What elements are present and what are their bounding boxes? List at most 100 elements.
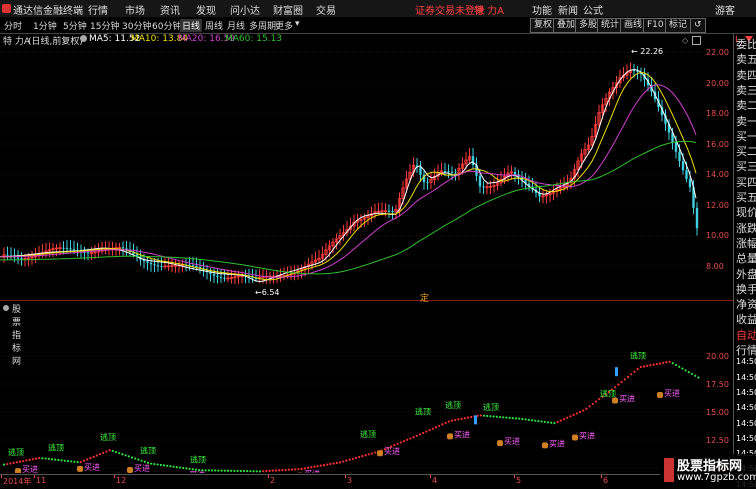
pane-divider[interactable] <box>0 300 733 301</box>
btn-mark[interactable]: 标记 <box>665 18 691 33</box>
indicator-dot <box>592 403 594 405</box>
money-bag-icon <box>15 468 21 473</box>
candlestick-chart[interactable]: ← 22.26←6.54 <box>0 46 703 299</box>
indicator-dot <box>6 463 8 465</box>
indicator-dot <box>38 457 40 459</box>
indicator-dot <box>89 457 91 459</box>
indicator-dot <box>179 466 181 468</box>
candle-body-down <box>66 248 68 249</box>
indicator-dot <box>662 362 664 364</box>
indicator-dot <box>57 459 59 461</box>
date-tick <box>430 475 431 478</box>
menu-market[interactable]: 行情 <box>88 2 108 17</box>
side-panel-label: 涨跌 <box>736 220 756 236</box>
candle-body-down <box>122 247 124 248</box>
indicator-dot <box>557 421 559 423</box>
menu-function[interactable]: 功能 <box>532 2 552 17</box>
indicator-dot <box>291 468 293 470</box>
side-panel-label: 卖五 <box>736 51 756 67</box>
more-arrow-icon[interactable]: ▾ <box>295 19 300 29</box>
indicator-dot <box>461 418 463 420</box>
btn-f10[interactable]: F10 <box>643 18 668 33</box>
menu-markets[interactable]: 市场 <box>125 2 145 17</box>
indicator-dot <box>649 364 651 366</box>
indicator-dot <box>550 422 552 424</box>
candle-body-down <box>146 261 148 263</box>
indicator-dot <box>691 373 693 375</box>
indicator-dot <box>275 469 277 471</box>
period-daily[interactable]: 日线 <box>180 19 202 32</box>
period-60min[interactable]: 60分钟 <box>152 19 181 32</box>
candle-body-down <box>195 266 197 267</box>
indicator-dot <box>614 386 616 388</box>
date-tick-label: 3 <box>347 476 352 485</box>
menu-formula[interactable]: 公式 <box>583 2 603 17</box>
period-intraday[interactable]: 分时 <box>4 19 22 32</box>
period-30min[interactable]: 30分钟 <box>122 19 151 32</box>
indicator-dot <box>67 460 69 462</box>
indicator-dot <box>409 437 411 439</box>
candle-body-down <box>69 248 71 249</box>
panel-arrow-icon[interactable]: ◇ <box>682 36 688 45</box>
period-1min[interactable]: 1分钟 <box>33 19 57 32</box>
menu-trade[interactable]: 交易 <box>316 2 336 17</box>
date-tick-label: 5 <box>516 476 521 485</box>
app-title: 通达信金融终端 <box>13 2 83 17</box>
panel-close-icon[interactable] <box>692 36 701 45</box>
period-monthly[interactable]: 月线 <box>227 19 245 32</box>
indicator-dot <box>160 464 162 466</box>
indicator-dot <box>51 458 53 460</box>
candle-body-down <box>388 211 390 212</box>
indicator-dot <box>294 468 296 470</box>
indicator-dot <box>339 461 341 463</box>
menu-headlines[interactable]: 新闻 <box>558 2 578 17</box>
refresh-icon[interactable]: ↺ <box>690 18 706 33</box>
date-tick <box>345 475 346 478</box>
money-bag-icon <box>447 433 453 439</box>
menu-ask[interactable]: 问小达 <box>230 2 260 17</box>
buy-signal: 买进 <box>504 437 520 446</box>
indicator-tick-label: 20.00 <box>706 352 729 361</box>
indicator-dot <box>189 468 191 470</box>
indicator-dot <box>48 458 50 460</box>
indicator-dot <box>438 425 440 427</box>
indicator-dot <box>480 414 482 416</box>
period-5min[interactable]: 5分钟 <box>63 19 87 32</box>
candle-body-down <box>472 156 474 165</box>
candle-body-down <box>157 265 159 266</box>
period-15min[interactable]: 15分钟 <box>90 19 119 32</box>
candle-body-down <box>454 173 456 174</box>
candle-body-down <box>391 211 393 212</box>
indicator-dot <box>694 375 696 377</box>
candle-body-down <box>17 258 19 259</box>
price-tick-label: 16.00 <box>706 140 729 149</box>
escape-top-signal: 逃顶 <box>445 400 461 410</box>
period-weekly[interactable]: 周线 <box>205 19 223 32</box>
indicator-dot <box>675 364 677 366</box>
indicator-dot <box>573 414 575 416</box>
indicator-tick-label: 15.00 <box>706 408 729 417</box>
indicator-bar <box>615 367 618 376</box>
indicator-dot <box>553 422 555 424</box>
indicator-dot <box>70 460 72 462</box>
indicator-dot <box>163 464 165 466</box>
settings-circle-icon[interactable] <box>80 35 87 42</box>
indicator-dot <box>297 468 299 470</box>
indicator-dot <box>595 400 597 402</box>
money-bag-icon <box>542 442 548 448</box>
period-more[interactable]: 更多 <box>275 19 293 32</box>
indicator-circle-icon[interactable] <box>3 305 9 311</box>
indicator-chart[interactable]: 20.0017.5015.0012.5010.00逃顶逃顶逃顶逃顶逃顶逃顶逃顶逃… <box>0 315 733 473</box>
period-multi[interactable]: 多周期 <box>249 19 276 32</box>
side-panel-label: 外盘 <box>736 266 756 282</box>
side-panel-label: 换手 <box>736 281 756 297</box>
indicator-dot <box>681 367 683 369</box>
indicator-dot <box>547 421 549 423</box>
indicator-dot <box>265 470 267 472</box>
indicator-dot <box>406 439 408 441</box>
menu-news[interactable]: 资讯 <box>160 2 180 17</box>
menu-wealth[interactable]: 财富圈 <box>273 2 303 17</box>
user-guest[interactable]: 游客 <box>715 2 735 17</box>
menu-discover[interactable]: 发现 <box>196 2 216 17</box>
date-tick <box>268 475 269 478</box>
